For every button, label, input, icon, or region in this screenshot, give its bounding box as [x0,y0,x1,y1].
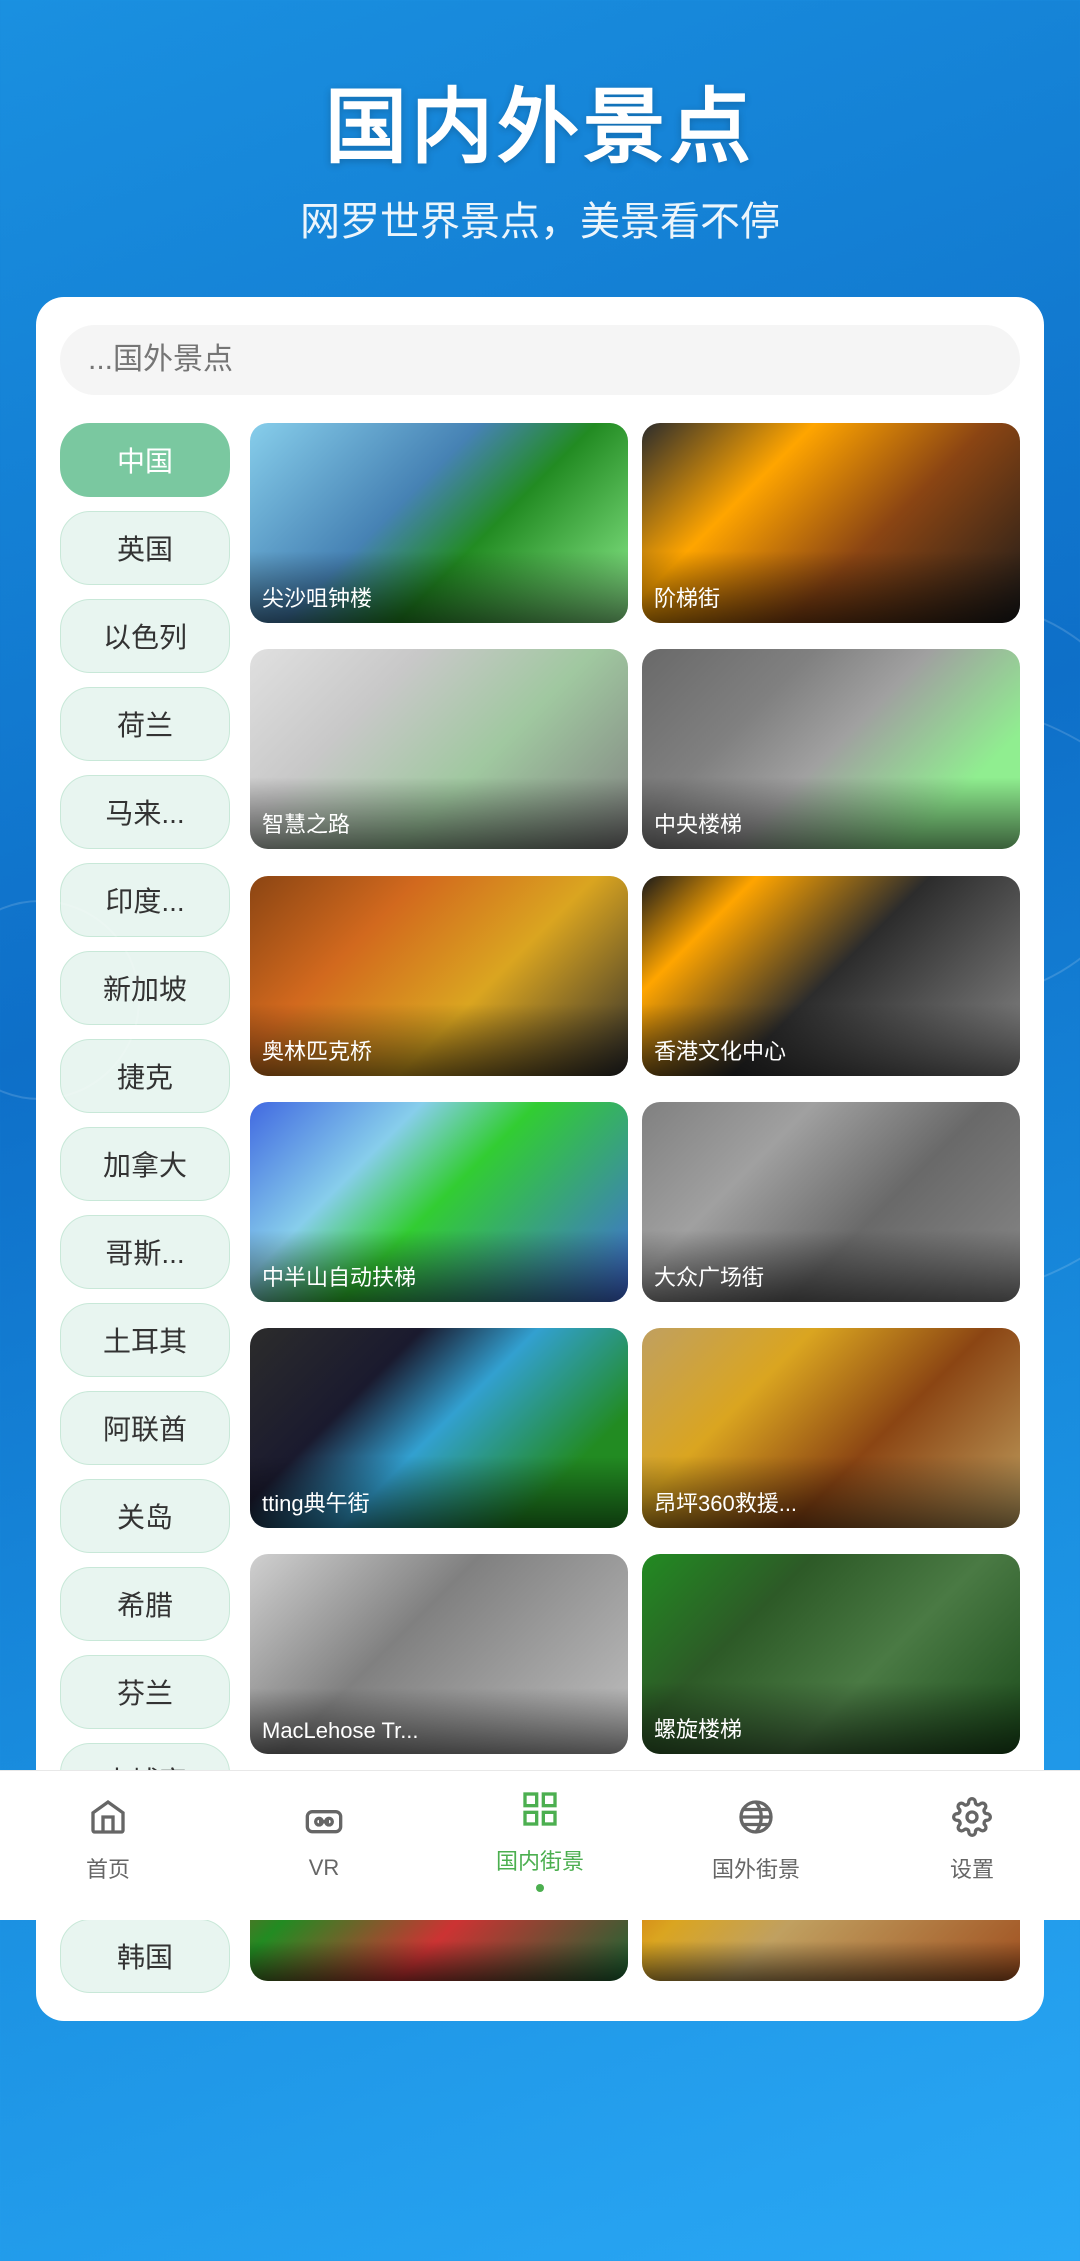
nav-item-vr[interactable]: VR [244,1800,404,1881]
spot-card-2[interactable]: 阶梯街 [642,423,1020,623]
country-item-singapore[interactable]: 新加坡 [60,951,230,1025]
country-item-uae[interactable]: 阿联酋 [60,1391,230,1465]
spot-label-3: 智慧之路 [250,777,628,849]
spot-label-2: 阶梯街 [642,551,1020,623]
globe-icon [736,1797,776,1846]
country-item-malaysia[interactable]: 马来... [60,775,230,849]
spot-label-5: 奥林匹克桥 [250,1004,628,1076]
country-item-greece[interactable]: 希腊 [60,1567,230,1641]
spot-label-12: 螺旋楼梯 [642,1682,1020,1754]
nav-item-home[interactable]: 首页 [28,1797,188,1884]
nav-item-domestic[interactable]: 国内街景 [460,1789,620,1892]
nav-active-dot [536,1884,544,1892]
spot-card-3[interactable]: 智慧之路 [250,649,628,849]
country-item-israel[interactable]: 以色列 [60,599,230,673]
header-subtitle: 网罗世界景点，美景看不停 [40,189,1040,247]
spot-label-14 [642,1941,1020,1981]
nav-label-domestic: 国内街景 [496,1844,584,1876]
country-item-canada[interactable]: 加拿大 [60,1127,230,1201]
spot-label-10: 昂坪360救援... [642,1456,1020,1528]
search-input[interactable] [60,325,1020,395]
spots-grid: 尖沙咀钟楼阶梯街智慧之路中央楼梯奥林匹克桥香港文化中心中半山自动扶梯大众广场街 t… [250,423,1020,1993]
nav-label-overseas: 国外街景 [712,1852,800,1884]
spot-card-1[interactable]: 尖沙咀钟楼 [250,423,628,623]
spot-card-11[interactable]: MacLehose Tr... [250,1554,628,1754]
grid-icon [520,1789,560,1838]
content-area: 中国英国以色列荷兰马来... 印度... 新加坡捷克加拿大哥斯... 土耳其阿联酋关岛… [60,423,1020,1993]
header-title: 国内外景点 [40,60,1040,179]
spot-label-11: MacLehose Tr... [250,1688,628,1754]
gear-icon [952,1797,992,1846]
nav-item-settings[interactable]: 设置 [892,1797,1052,1884]
spot-label-7: 中半山自动扶梯 [250,1230,628,1302]
spot-label-6: 香港文化中心 [642,1004,1020,1076]
nav-label-home: 首页 [86,1852,130,1884]
country-item-finland[interactable]: 芬兰 [60,1655,230,1729]
country-item-czech[interactable]: 捷克 [60,1039,230,1113]
country-item-costa[interactable]: 哥斯... [60,1215,230,1289]
spot-label-8: 大众广场街 [642,1230,1020,1302]
country-item-netherlands[interactable]: 荷兰 [60,687,230,761]
spot-card-4[interactable]: 中央楼梯 [642,649,1020,849]
country-item-china[interactable]: 中国 [60,423,230,497]
spot-label-4: 中央楼梯 [642,777,1020,849]
home-icon [88,1797,128,1846]
nav-label-vr: VR [309,1855,340,1881]
country-list: 中国英国以色列荷兰马来... 印度... 新加坡捷克加拿大哥斯... 土耳其阿联酋关岛… [60,423,230,1993]
vr-icon [304,1800,344,1849]
spot-label-1: 尖沙咀钟楼 [250,551,628,623]
spot-card-5[interactable]: 奥林匹克桥 [250,876,628,1076]
spot-label-13 [250,1941,628,1981]
spot-card-9[interactable]: tting典午街 [250,1328,628,1528]
bottom-nav: 首页 VR 国内街景 国外街景 设置 [0,1770,1080,1920]
nav-label-settings: 设置 [950,1852,994,1884]
header: 国内外景点 网罗世界景点，美景看不停 [0,0,1080,277]
country-item-india[interactable]: 印度... [60,863,230,937]
country-item-uk[interactable]: 英国 [60,511,230,585]
country-item-turkey[interactable]: 土耳其 [60,1303,230,1377]
spot-card-10[interactable]: 昂坪360救援... [642,1328,1020,1528]
spot-card-6[interactable]: 香港文化中心 [642,876,1020,1076]
spot-card-12[interactable]: 螺旋楼梯 [642,1554,1020,1754]
nav-item-overseas[interactable]: 国外街景 [676,1797,836,1884]
main-card: 中国英国以色列荷兰马来... 印度... 新加坡捷克加拿大哥斯... 土耳其阿联酋关岛… [36,297,1044,2021]
spot-label-9: tting典午街 [250,1456,628,1528]
spot-card-7[interactable]: 中半山自动扶梯 [250,1102,628,1302]
spot-card-8[interactable]: 大众广场街 [642,1102,1020,1302]
country-item-korea[interactable]: 韩国 [60,1919,230,1993]
country-item-guam[interactable]: 关岛 [60,1479,230,1553]
